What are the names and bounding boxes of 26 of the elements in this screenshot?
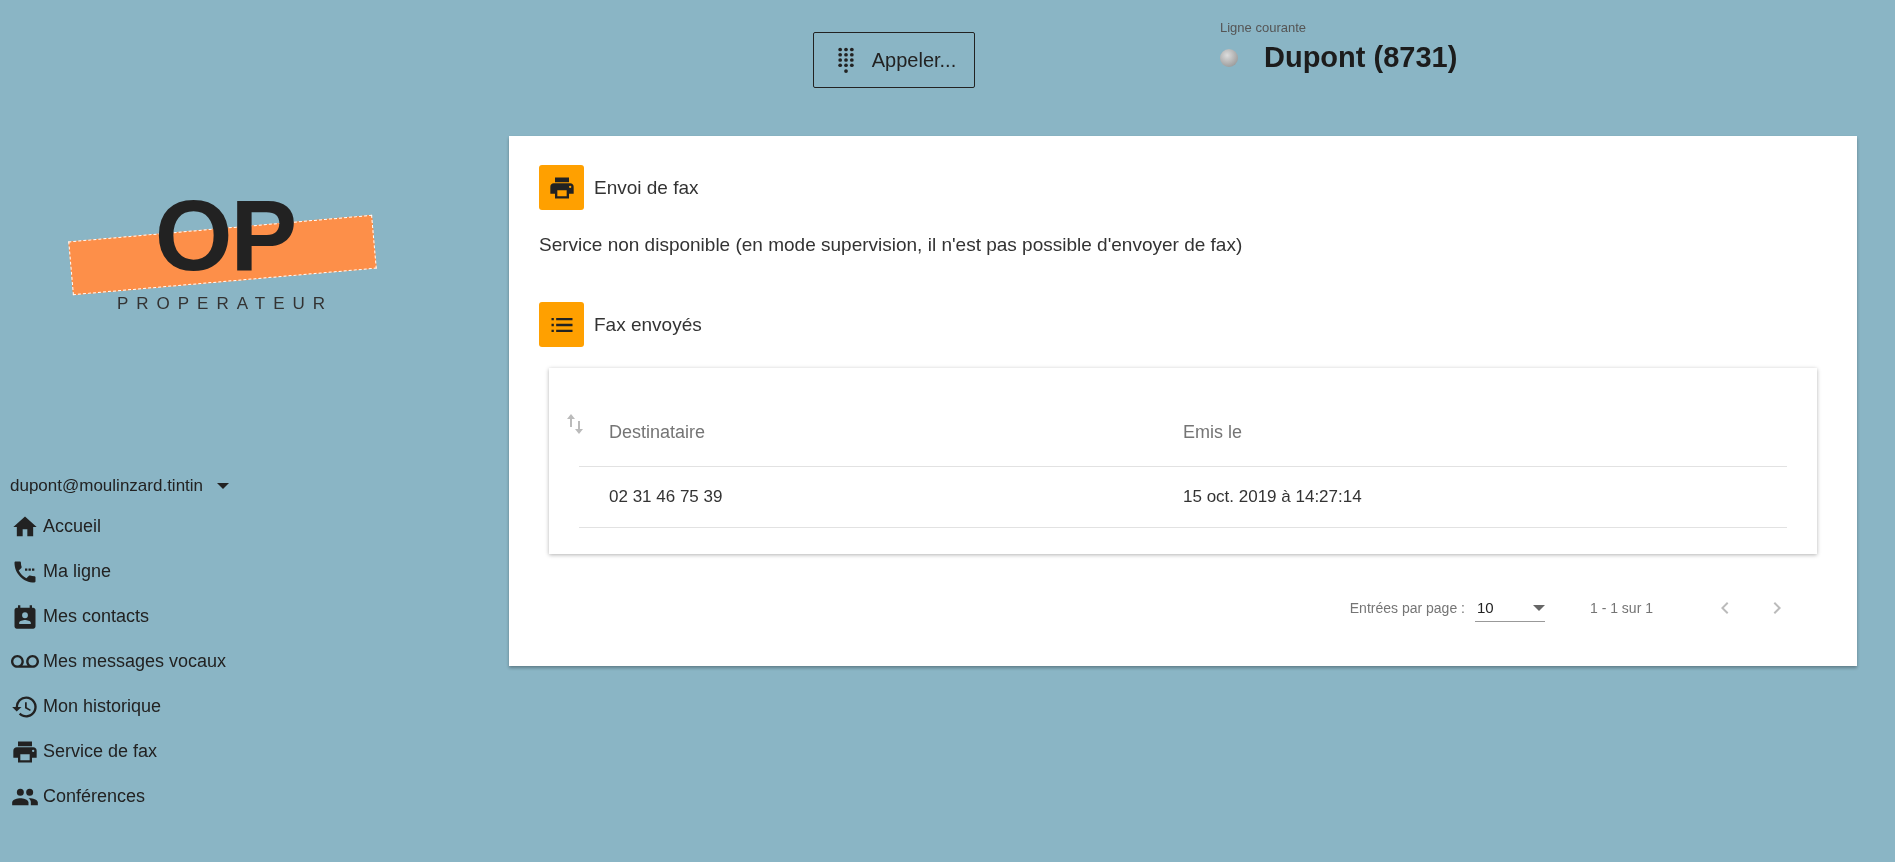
page-size-label: Entrées par page :: [1349, 600, 1465, 616]
line-label: Ligne courante: [1220, 20, 1307, 35]
sort-icon: [565, 412, 585, 436]
call-button[interactable]: Appeler...: [813, 32, 975, 88]
page-size-select[interactable]: 10: [1474, 594, 1545, 622]
caret-icon: [217, 483, 230, 489]
sidebar-item[interactable]: Conférences: [0, 774, 152, 819]
sidebar-item[interactable]: Mes contacts: [0, 594, 156, 639]
status-message: Service non disponible (en mode supervision, il n'est pas possible d'envoyer de fax): [539, 234, 1244, 256]
logo-name: PROPERATEUR: [116, 294, 334, 314]
line-name: Dupont (8731): [1264, 41, 1458, 74]
column-header[interactable]: Destinataire: [609, 398, 1183, 466]
sidebar-item[interactable]: Ma ligne: [0, 549, 118, 594]
column-header[interactable]: Emis le: [1183, 398, 1787, 466]
table-cell-text: 15 oct. 2019 à 14:27:14: [1183, 486, 1363, 508]
section-title: Envoi de fax: [594, 176, 699, 199]
status-dot-icon: [1220, 48, 1238, 67]
caret-icon: [1532, 604, 1545, 611]
sidebar-item[interactable]: Accueil: [0, 504, 108, 549]
sidebar-item[interactable]: Mes messages vocaux: [0, 639, 233, 684]
account-menu[interactable]: dupont@moulinzard.tintin: [10, 476, 230, 496]
page-range: 1 - 1 sur 1: [1589, 600, 1653, 616]
sidebar-item[interactable]: Mon historique: [0, 684, 168, 729]
sidebar-item[interactable]: Service de fax: [0, 729, 164, 774]
table-cell-text: 02 31 46 75 39: [609, 486, 724, 508]
section-title: Fax envoyés: [594, 313, 702, 336]
